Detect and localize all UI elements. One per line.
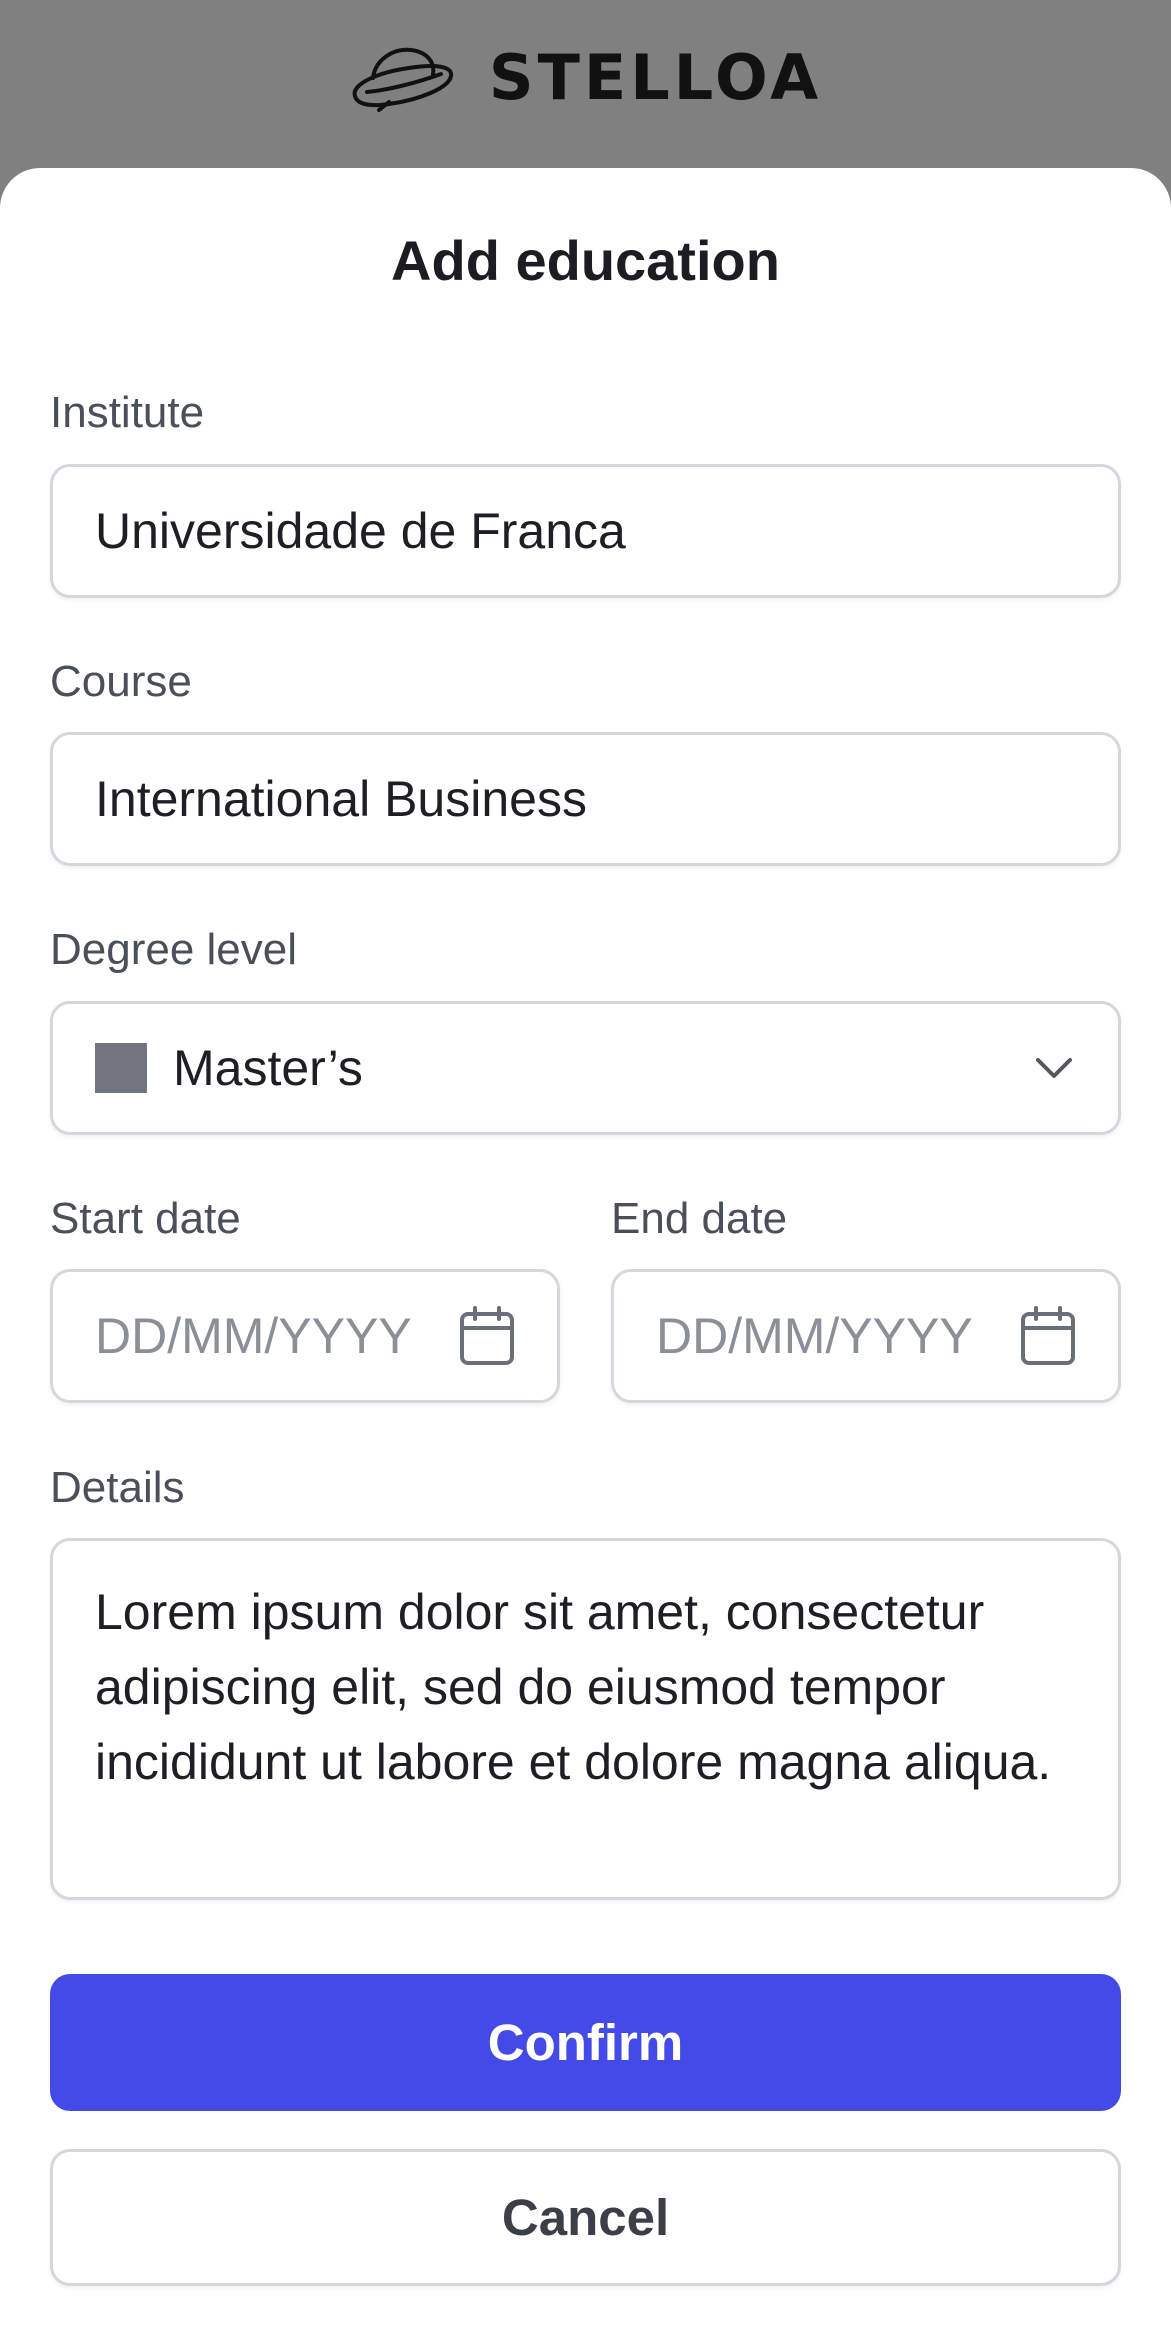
brand: STELLOA: [349, 44, 822, 112]
end-date-label: End date: [611, 1194, 788, 1243]
end-date-input[interactable]: DD/MM/YYYY: [611, 1269, 1121, 1403]
calendar-icon[interactable]: [459, 1306, 515, 1366]
course-label: Course: [50, 657, 192, 706]
degree-color-swatch: [95, 1043, 147, 1093]
institute-label: Institute: [50, 388, 205, 437]
confirm-button[interactable]: Confirm: [50, 1974, 1121, 2111]
course-value: International Business: [95, 771, 587, 827]
end-date-placeholder: DD/MM/YYYY: [656, 1308, 973, 1364]
degree-level-select[interactable]: Master’s: [50, 1001, 1121, 1135]
start-date-label: Start date: [50, 1194, 241, 1243]
top-bar: STELLOA: [0, 0, 1171, 170]
ufo-icon: [352, 47, 453, 112]
start-date-placeholder: DD/MM/YYYY: [95, 1308, 412, 1364]
start-date-input[interactable]: DD/MM/YYYY: [50, 1269, 560, 1403]
chevron-down-icon: [1036, 1058, 1072, 1078]
calendar-icon[interactable]: [1020, 1306, 1076, 1366]
details-textarea[interactable]: Lorem ipsum dolor sit amet, consectetur …: [50, 1538, 1121, 1900]
degree-level-value: Master’s: [173, 1040, 363, 1096]
degree-level-label: Degree level: [50, 925, 298, 974]
institute-value: Universidade de Franca: [95, 503, 626, 559]
brand-name: STELLOA: [488, 41, 823, 114]
add-education-sheet: Add education Institute Universidade de …: [0, 168, 1171, 2337]
details-label: Details: [50, 1463, 185, 1512]
dialog-title: Add education: [391, 229, 780, 292]
institute-input[interactable]: Universidade de Franca: [50, 464, 1121, 598]
course-input[interactable]: International Business: [50, 732, 1121, 866]
cancel-button[interactable]: Cancel: [50, 2149, 1121, 2286]
